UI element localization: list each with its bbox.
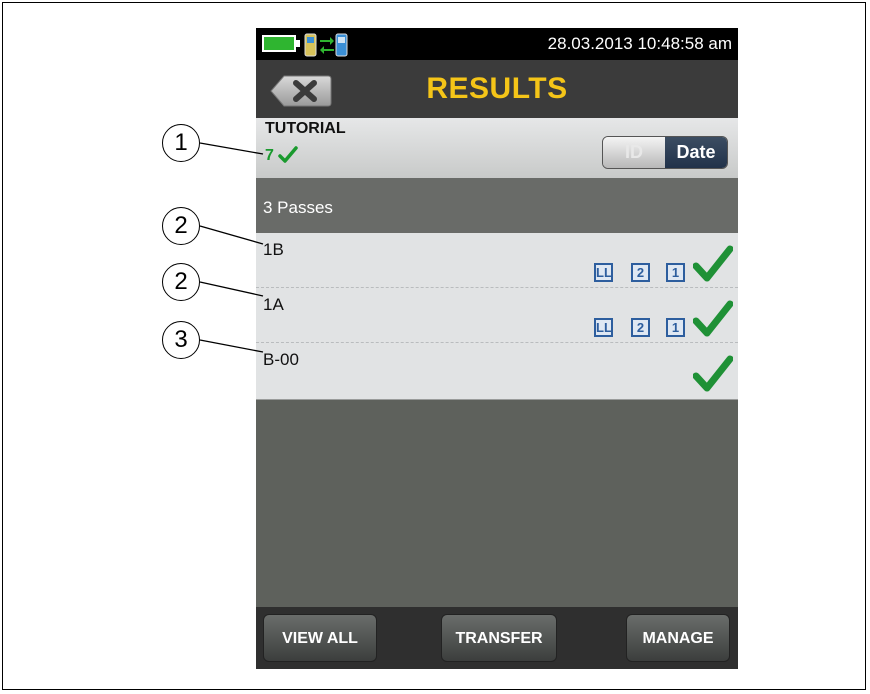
callout-2: 2 — [162, 263, 200, 301]
pass-check-icon — [693, 245, 733, 282]
result-row[interactable]: 1A LL 2 1 — [256, 288, 738, 343]
result-row[interactable]: B-00 — [256, 343, 738, 400]
section-header: 3 Passes — [256, 178, 738, 233]
callout-1: 1 — [162, 124, 200, 162]
pass-check-icon — [693, 300, 733, 337]
project-pass-count: 7 — [265, 147, 274, 164]
badge-1: 1 — [666, 263, 685, 282]
badge-1: 1 — [666, 318, 685, 337]
callout-3: 3 — [162, 321, 200, 359]
transfer-button[interactable]: TRANSFER — [441, 614, 557, 662]
sort-by-date-button[interactable]: Date — [665, 137, 727, 168]
badge-2: 2 — [631, 263, 650, 282]
sort-toggle[interactable]: ID Date — [602, 136, 728, 169]
footer-toolbar: VIEW ALL TRANSFER MANAGE — [256, 607, 738, 669]
result-id: 1A — [263, 295, 284, 314]
battery-icon — [262, 35, 296, 52]
section-label: 3 Passes — [263, 198, 333, 217]
title-bar: RESULTS — [256, 60, 738, 118]
manage-button[interactable]: MANAGE — [626, 614, 730, 662]
status-bar: 28.03.2013 10:48:58 am — [256, 28, 738, 60]
callout-2: 2 — [162, 207, 200, 245]
sort-by-id-button[interactable]: ID — [603, 137, 665, 168]
project-bar[interactable]: TUTORIAL 7 ID Date — [256, 118, 738, 178]
badge-ll: LL — [594, 318, 613, 337]
result-id: B-00 — [263, 350, 299, 369]
page-title: RESULTS — [426, 72, 568, 105]
connection-icon — [304, 33, 348, 57]
datetime: 28.03.2013 10:48:58 am — [547, 34, 732, 53]
device-screen: 28.03.2013 10:48:58 am RESULTS TUTORIAL … — [256, 28, 738, 669]
pass-check-icon — [693, 355, 733, 392]
check-icon — [278, 146, 298, 163]
result-row[interactable]: 1B LL 2 1 — [256, 233, 738, 288]
badge-2: 2 — [631, 318, 650, 337]
result-id: 1B — [263, 240, 284, 259]
battery-tip — [296, 40, 300, 47]
badge-ll: LL — [594, 263, 613, 282]
view-all-button[interactable]: VIEW ALL — [263, 614, 377, 662]
project-name: TUTORIAL — [265, 120, 346, 137]
